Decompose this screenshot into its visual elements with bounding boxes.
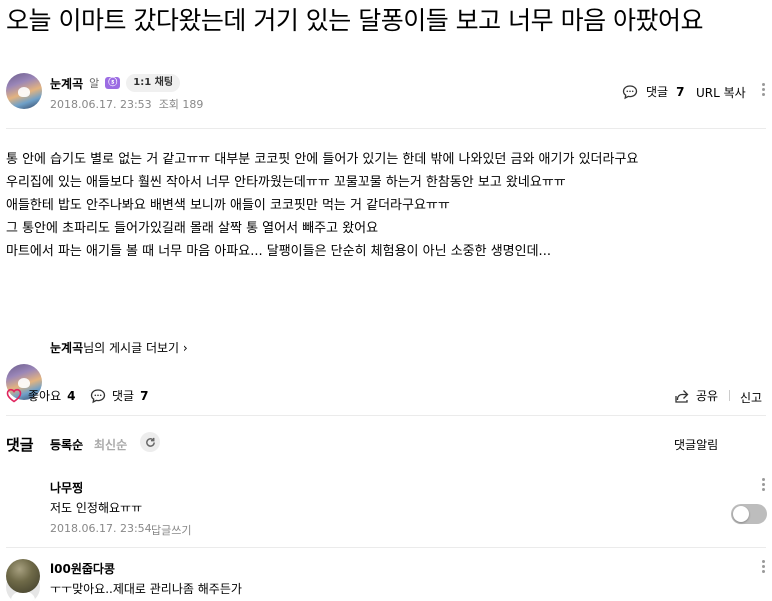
share-button[interactable]: 공유 [674, 387, 718, 404]
divider [6, 547, 766, 548]
post-title: 오늘 이마트 갔다왔는데 거기 있는 달퐁이들 보고 너무 마음 아팠어요 [6, 6, 704, 35]
more-posts-author: 눈계곡 [50, 341, 84, 355]
author-avatar[interactable] [6, 73, 42, 109]
comment-text: 저도 인정해요ㅠㅠ [50, 501, 143, 515]
divider [6, 128, 766, 129]
chevron-right-icon: › [182, 341, 188, 355]
more-posts-link[interactable]: 눈계곡님의 게시글 더보기 › [50, 339, 188, 356]
like-label: 좋아요 [28, 389, 62, 403]
divider [6, 415, 766, 416]
comment-toggle-button[interactable]: 댓글 7 [90, 387, 148, 404]
refresh-icon [145, 437, 155, 447]
comment-count: 7 [140, 388, 149, 403]
body-line: 애들한테 밥도 안주나봐요 배변색 보니까 애들이 코코핏만 먹는 거 같더라구… [6, 198, 450, 213]
post-meta: 2018.06.17. 23:53 조회 189 [50, 96, 203, 112]
comment-author[interactable]: 나무찡 [50, 479, 83, 496]
reply-button[interactable]: 답글쓰기 [151, 522, 191, 538]
comments-title: 댓글 [6, 436, 34, 454]
level-badge-icon: ⓢ [105, 77, 121, 89]
author-level: 알 [89, 77, 100, 90]
refresh-button[interactable] [140, 432, 160, 452]
comment-notify-label: 댓글알림 [674, 438, 719, 452]
comment-more-icon[interactable] [762, 560, 766, 574]
comment-icon [90, 388, 106, 403]
heart-icon [6, 388, 22, 403]
body-line: 마트에서 파는 애기들 볼 때 너무 마음 아파요... 달팽이들은 단순히 체… [6, 244, 551, 259]
comment-notify-toggle[interactable] [731, 504, 767, 524]
sort-latest-tab[interactable]: 최신순 [94, 436, 127, 453]
url-copy-button[interactable]: URL 복사 [696, 84, 746, 101]
report-button[interactable]: 신고 [740, 389, 762, 406]
share-label: 공유 [696, 389, 719, 403]
more-posts-label: 님의 게시글 더보기 [83, 341, 180, 355]
author-name[interactable]: 눈계곡 [50, 75, 83, 92]
chat-button[interactable]: 1:1 채팅 [126, 74, 181, 92]
share-icon [675, 389, 689, 403]
commenter-avatar[interactable] [6, 559, 40, 593]
like-count: 4 [67, 388, 76, 403]
post-more-icon[interactable] [762, 83, 766, 97]
comment-date: 2018.06.17. 23:54 [50, 522, 152, 535]
comment-author[interactable]: l00원줍다콩 [50, 560, 115, 577]
post-views: 조회 189 [158, 98, 204, 111]
body-line: 통 안에 습기도 별로 없는 거 같고ㅠㅠ 대부분 코코핏 안에 들어가 있기는… [6, 152, 639, 167]
comment-more-icon[interactable] [762, 478, 766, 492]
comment-count: 7 [676, 84, 685, 99]
sort-registered-tab[interactable]: 등록순 [50, 436, 83, 453]
comment-icon [622, 84, 638, 99]
comment-count-link[interactable]: 댓글 7 [622, 83, 684, 100]
comment-label: 댓글 [112, 389, 135, 403]
post-date: 2018.06.17. 23:53 [50, 98, 152, 111]
comment-label: 댓글 [646, 85, 669, 99]
like-button[interactable]: 좋아요 4 [6, 387, 75, 404]
body-line: 그 통안에 초파리도 들어가있길래 몰래 살짝 통 열어서 빼주고 왔어요 [6, 221, 379, 236]
separator [729, 390, 730, 401]
body-line: 우리집에 있는 애들보다 훨씬 작아서 너무 안타까웠는데ㅠㅠ 꼬물꼬물 하는거… [6, 175, 566, 190]
post-body: 통 안에 습기도 별로 없는 거 같고ㅠㅠ 대부분 코코핏 안에 들어가 있기는… [6, 148, 770, 263]
comment-text: ㅜㅜ맞아요..제대로 관리나좀 해주든가 [50, 582, 242, 596]
